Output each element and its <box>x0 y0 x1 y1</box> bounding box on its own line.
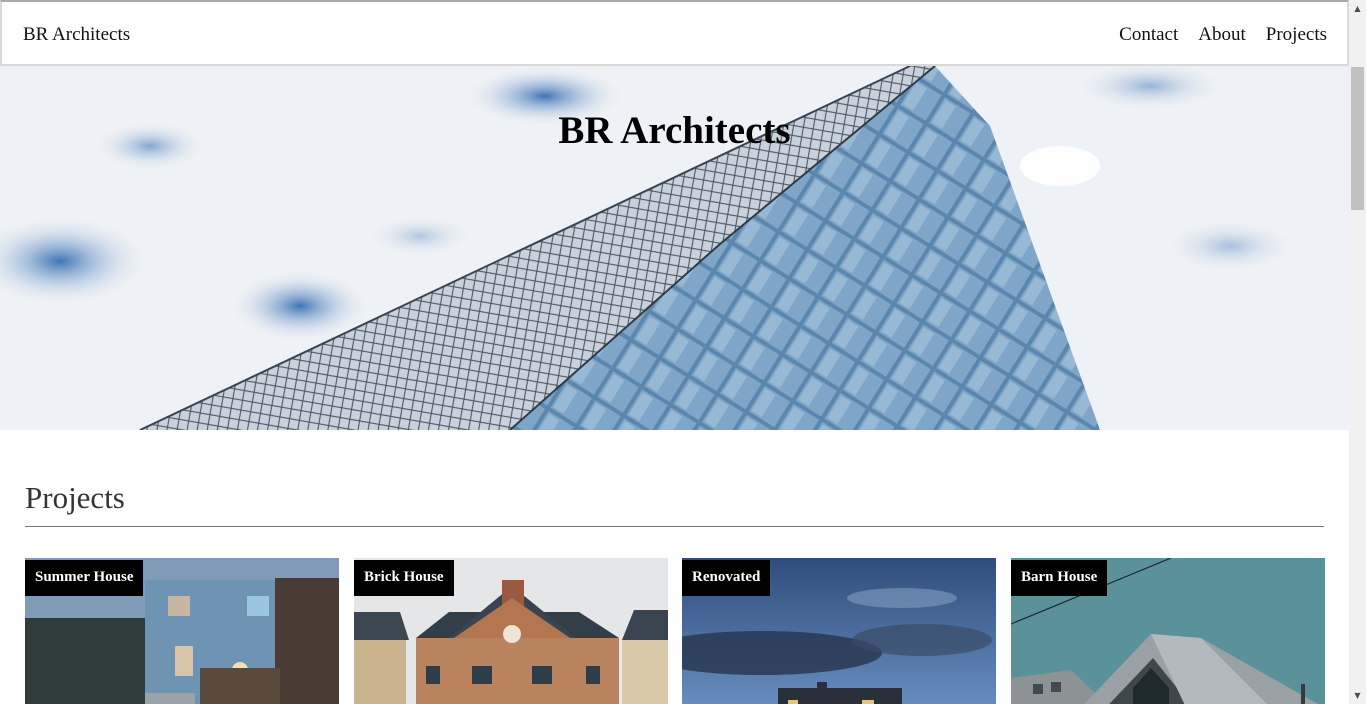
scroll-down-arrow-icon[interactable]: ▼ <box>1349 687 1366 704</box>
vertical-scrollbar[interactable]: ▲ ▼ <box>1349 0 1366 704</box>
project-card-summer-house[interactable]: Summer House <box>25 558 339 704</box>
project-card-barn-house[interactable]: Barn House <box>1011 558 1325 704</box>
brand-link[interactable]: BR Architects <box>23 24 130 46</box>
hero-banner: BR Architects <box>0 66 1349 430</box>
nav-link-projects[interactable]: Projects <box>1266 24 1327 46</box>
project-card-brick-house[interactable]: Brick House <box>354 558 668 704</box>
project-tag: Summer House <box>25 560 144 596</box>
project-tag: Brick House <box>354 560 454 596</box>
project-card-renovated[interactable]: Renovated <box>682 558 996 704</box>
nav-links: Contact About Projects <box>1119 24 1327 46</box>
scrollbar-thumb[interactable] <box>1351 67 1364 210</box>
project-tag: Barn House <box>1011 560 1108 596</box>
project-tag: Renovated <box>682 560 771 596</box>
page: BR Architects Contact About Projects BR … <box>0 0 1349 704</box>
nav-link-about[interactable]: About <box>1198 24 1246 46</box>
section-divider <box>25 526 1324 527</box>
nav-link-contact[interactable]: Contact <box>1119 24 1178 46</box>
hero-title: BR Architects <box>558 109 791 152</box>
scroll-up-arrow-icon[interactable]: ▲ <box>1349 0 1366 17</box>
top-navbar: BR Architects Contact About Projects <box>0 0 1349 66</box>
projects-heading: Projects <box>25 480 125 515</box>
